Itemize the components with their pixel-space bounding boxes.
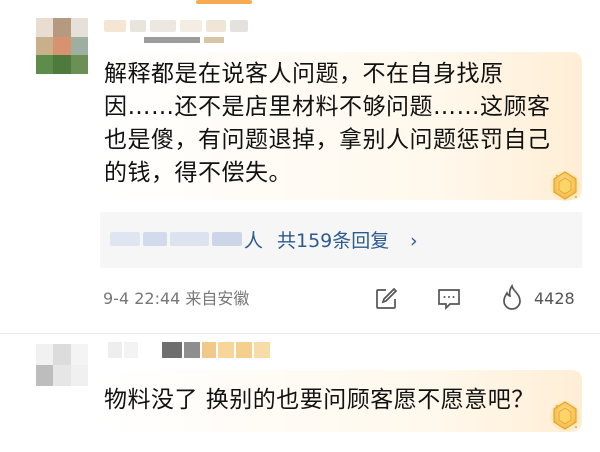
comment-icon[interactable] bbox=[436, 287, 462, 311]
chevron-right-icon[interactable]: › bbox=[410, 228, 418, 254]
top-accent-line bbox=[196, 0, 252, 4]
comment-text: 物料没了 换别的也要问顾客愿不愿意吧？ bbox=[104, 387, 535, 413]
username-blurred[interactable] bbox=[108, 342, 270, 358]
like-count: 4428 bbox=[534, 289, 575, 308]
replies-suffix: 人 bbox=[244, 230, 264, 252]
medal-icon bbox=[550, 401, 580, 431]
username-blur-strip bbox=[144, 37, 200, 43]
divider bbox=[0, 333, 600, 334]
comment-text: 解释都是在说客人问题，不在自身找原因……还不是店里材料不够问题……这顾客也是傻，… bbox=[104, 61, 551, 186]
medal-icon bbox=[550, 171, 580, 201]
edit-icon[interactable] bbox=[374, 287, 398, 311]
username-blur-strip bbox=[204, 37, 224, 43]
timestamp-location: 9-4 22:44 来自安徽 bbox=[103, 289, 250, 308]
view-replies-link[interactable]: 共159条回复 bbox=[277, 228, 389, 254]
avatar[interactable] bbox=[36, 18, 88, 74]
username-blurred[interactable] bbox=[104, 18, 252, 34]
replier-names-blurred bbox=[110, 228, 243, 250]
like-icon[interactable] bbox=[500, 284, 524, 312]
avatar[interactable] bbox=[36, 344, 88, 386]
